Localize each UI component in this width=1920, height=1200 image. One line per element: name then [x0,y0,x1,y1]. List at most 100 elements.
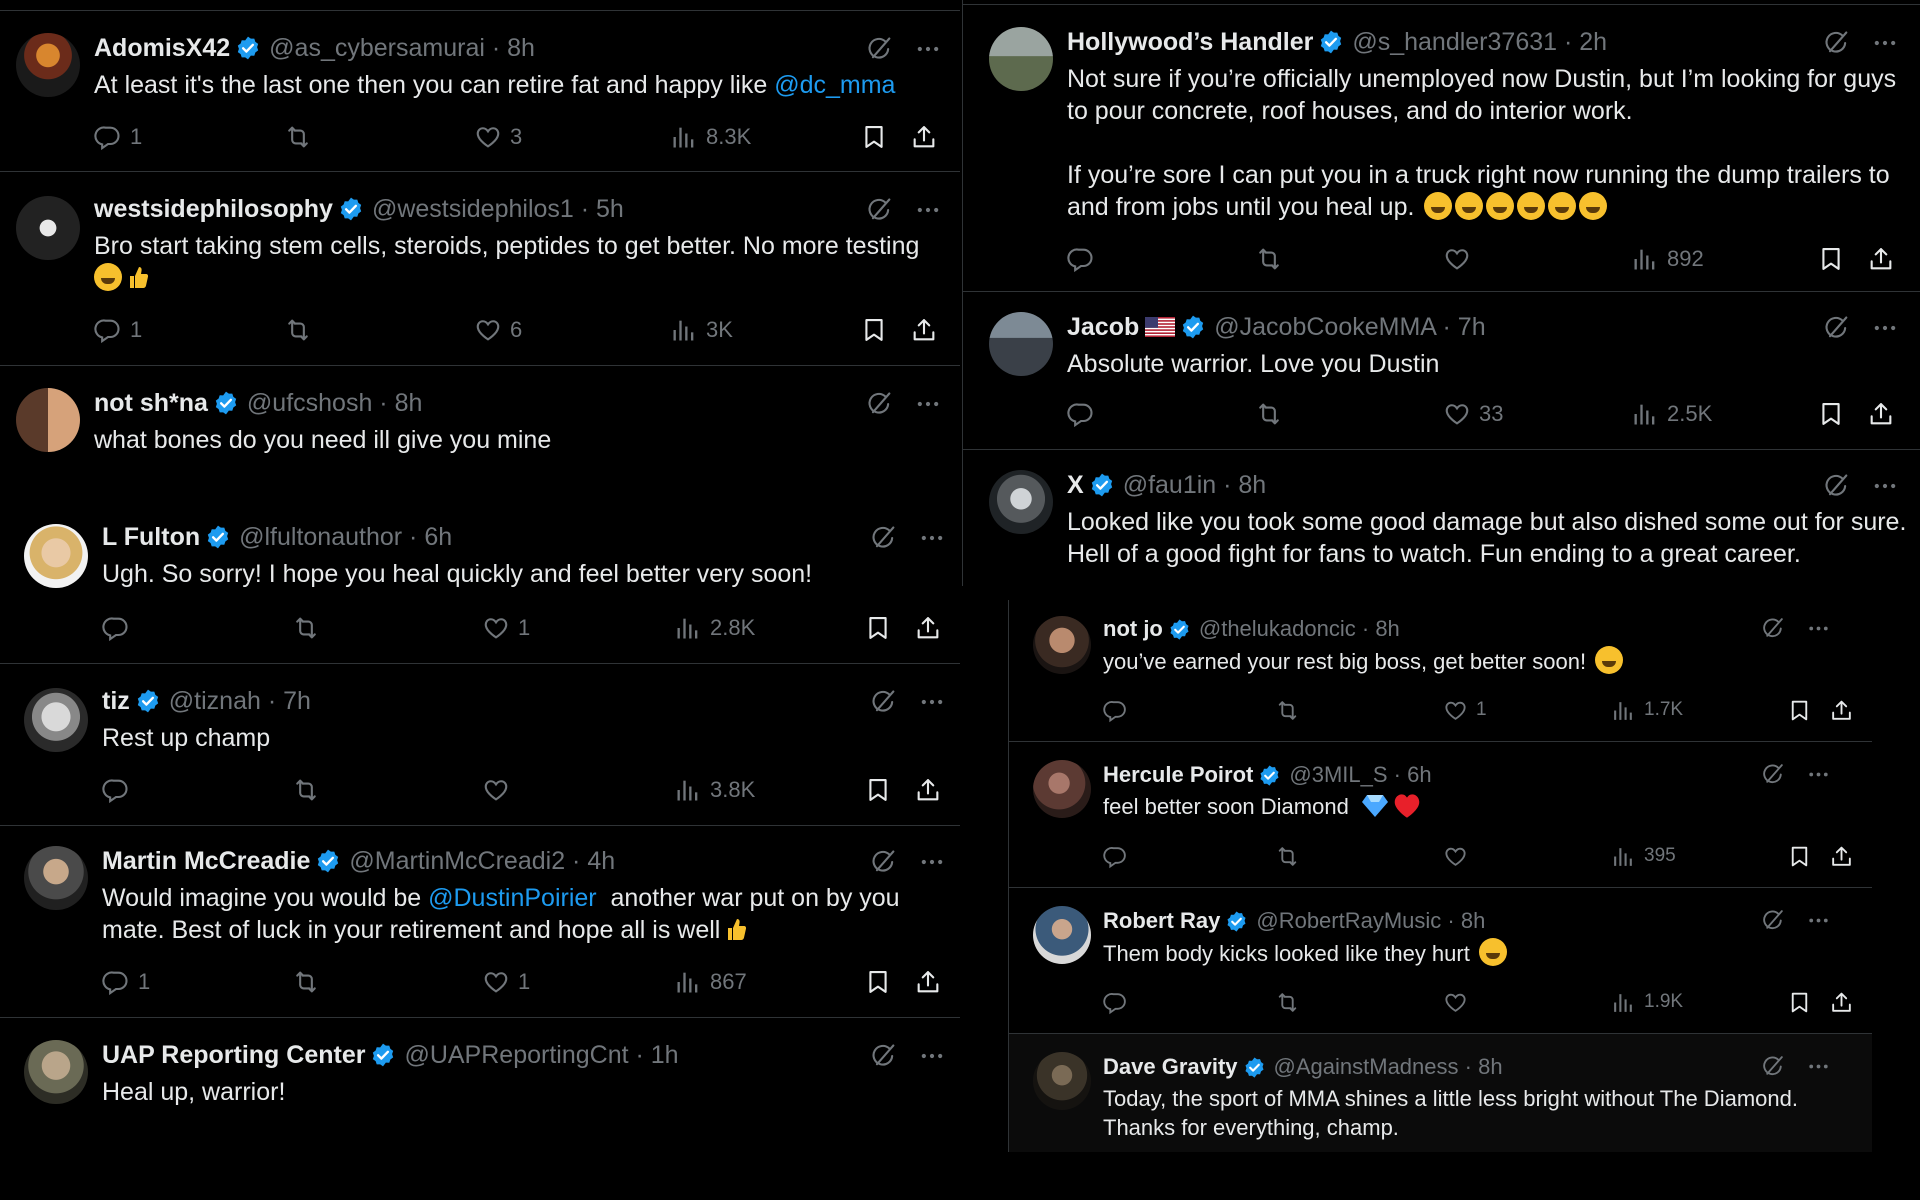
views-button[interactable]: 892 [1631,241,1704,277]
user-handle[interactable]: @UAPReportingCnt [404,1041,628,1069]
reply-tweet[interactable]: AdomisX42 @as_cybersamurai · 8h At least … [0,10,960,172]
share-button[interactable] [914,610,942,646]
repost-button[interactable] [292,610,328,646]
grok-icon[interactable] [1761,616,1786,641]
views-button[interactable]: 2.8K [674,610,755,646]
grok-icon[interactable] [870,524,898,552]
reply-tweet[interactable]: L Fulton @lfultonauthor · 6h Ugh. So sorr… [0,498,960,664]
bookmark-button[interactable] [864,964,892,1000]
avatar[interactable] [1033,760,1091,818]
repost-button[interactable] [1255,241,1291,277]
more-icon[interactable] [914,35,942,63]
user-handle[interactable]: @AgainstMadness [1274,1054,1459,1079]
like-button[interactable]: 33 [1443,396,1503,432]
timestamp[interactable]: 7h [1458,313,1486,341]
repost-button[interactable] [1255,396,1291,432]
avatar[interactable] [16,196,80,260]
timestamp[interactable]: 6h [1407,762,1431,787]
grok-icon[interactable] [1761,762,1786,787]
share-button[interactable] [910,119,938,155]
more-icon[interactable] [1806,616,1831,641]
reply-tweet[interactable]: tiz @tiznah · 7h Rest up champ 3.8K [0,664,960,826]
more-icon[interactable] [914,390,942,418]
reply-tweet[interactable]: X @fau1in · 8h Looked like you took some … [963,450,1920,586]
repost-button[interactable] [292,772,328,808]
avatar[interactable] [16,33,80,97]
views-button[interactable]: 8.3K [670,119,751,155]
reply-tweet[interactable]: Hercule Poirot @3MIL_S · 6h feel better s… [1009,742,1872,888]
avatar[interactable] [24,1040,88,1104]
grok-icon[interactable] [866,35,894,63]
avatar[interactable] [1033,616,1091,674]
share-button[interactable] [1867,241,1895,277]
user-handle[interactable]: @JacobCookeMMA [1214,313,1435,341]
avatar[interactable] [989,312,1053,376]
more-icon[interactable] [1806,1054,1831,1079]
repost-button[interactable] [1275,984,1308,1020]
display-name[interactable]: Robert Ray [1103,908,1220,933]
more-icon[interactable] [918,524,946,552]
share-button[interactable] [1867,396,1895,432]
user-handle[interactable]: @tiznah [169,687,261,715]
timestamp[interactable]: 1h [651,1041,679,1069]
views-button[interactable]: 1.7K [1611,692,1683,728]
grok-icon[interactable] [870,848,898,876]
share-button[interactable] [1829,692,1854,728]
like-button[interactable]: 1 [482,610,530,646]
share-button[interactable] [914,772,942,808]
reply-button[interactable] [1067,396,1103,432]
display-name[interactable]: Dave Gravity [1103,1054,1238,1079]
more-icon[interactable] [914,196,942,224]
repost-button[interactable] [284,119,320,155]
more-icon[interactable] [1871,472,1899,500]
more-icon[interactable] [918,688,946,716]
reply-button[interactable] [102,772,138,808]
more-icon[interactable] [918,1042,946,1070]
display-name[interactable]: not sh*na [94,389,208,417]
reply-button[interactable]: 1 [102,964,150,1000]
grok-icon[interactable] [870,1042,898,1070]
share-button[interactable] [1829,838,1854,874]
bookmark-button[interactable] [1817,396,1845,432]
like-button[interactable]: 6 [474,312,522,348]
mention-link[interactable]: @DustinPoirier [428,884,596,912]
bookmark-button[interactable] [1787,692,1812,728]
share-button[interactable] [1829,984,1854,1020]
more-icon[interactable] [1871,29,1899,57]
bookmark-button[interactable] [1787,838,1812,874]
timestamp[interactable]: 8h [395,389,423,417]
display-name[interactable]: X [1067,471,1084,499]
display-name[interactable]: Hollywood’s Handler [1067,28,1313,56]
avatar[interactable] [989,27,1053,91]
views-button[interactable]: 395 [1611,838,1676,874]
display-name[interactable]: AdomisX42 [94,34,230,62]
user-handle[interactable]: @westsidephilos1 [372,195,574,223]
avatar[interactable] [24,524,88,588]
more-icon[interactable] [1806,762,1831,787]
like-button[interactable] [1443,984,1476,1020]
display-name[interactable]: Jacob [1067,313,1139,341]
grok-icon[interactable] [1761,1054,1786,1079]
bookmark-button[interactable] [1787,984,1812,1020]
like-button[interactable] [482,772,518,808]
user-handle[interactable]: @MartinMcCreadi2 [349,847,565,875]
repost-button[interactable] [1275,692,1308,728]
reply-tweet[interactable]: westsidephilosophy @westsidephilos1 · 5h … [0,172,960,366]
user-handle[interactable]: @as_cybersamurai [269,34,485,62]
reply-button[interactable]: 1 [94,119,142,155]
display-name[interactable]: not jo [1103,616,1163,641]
like-button[interactable] [1443,241,1479,277]
grok-icon[interactable] [1823,29,1851,57]
reply-button[interactable] [102,610,138,646]
avatar[interactable] [24,846,88,910]
like-button[interactable]: 3 [474,119,522,155]
reply-tweet[interactable]: Dave Gravity @AgainstMadness · 8h Today, … [1009,1034,1872,1152]
reply-tweet[interactable]: UAP Reporting Center @UAPReportingCnt · 1… [0,1018,960,1178]
repost-button[interactable] [1275,838,1308,874]
more-icon[interactable] [918,848,946,876]
timestamp[interactable]: 8h [1238,471,1266,499]
repost-button[interactable] [284,312,320,348]
avatar[interactable] [24,688,88,752]
reply-tweet[interactable]: Robert Ray @RobertRayMusic · 8h Them body… [1009,888,1872,1034]
user-handle[interactable]: @RobertRayMusic [1256,908,1441,933]
